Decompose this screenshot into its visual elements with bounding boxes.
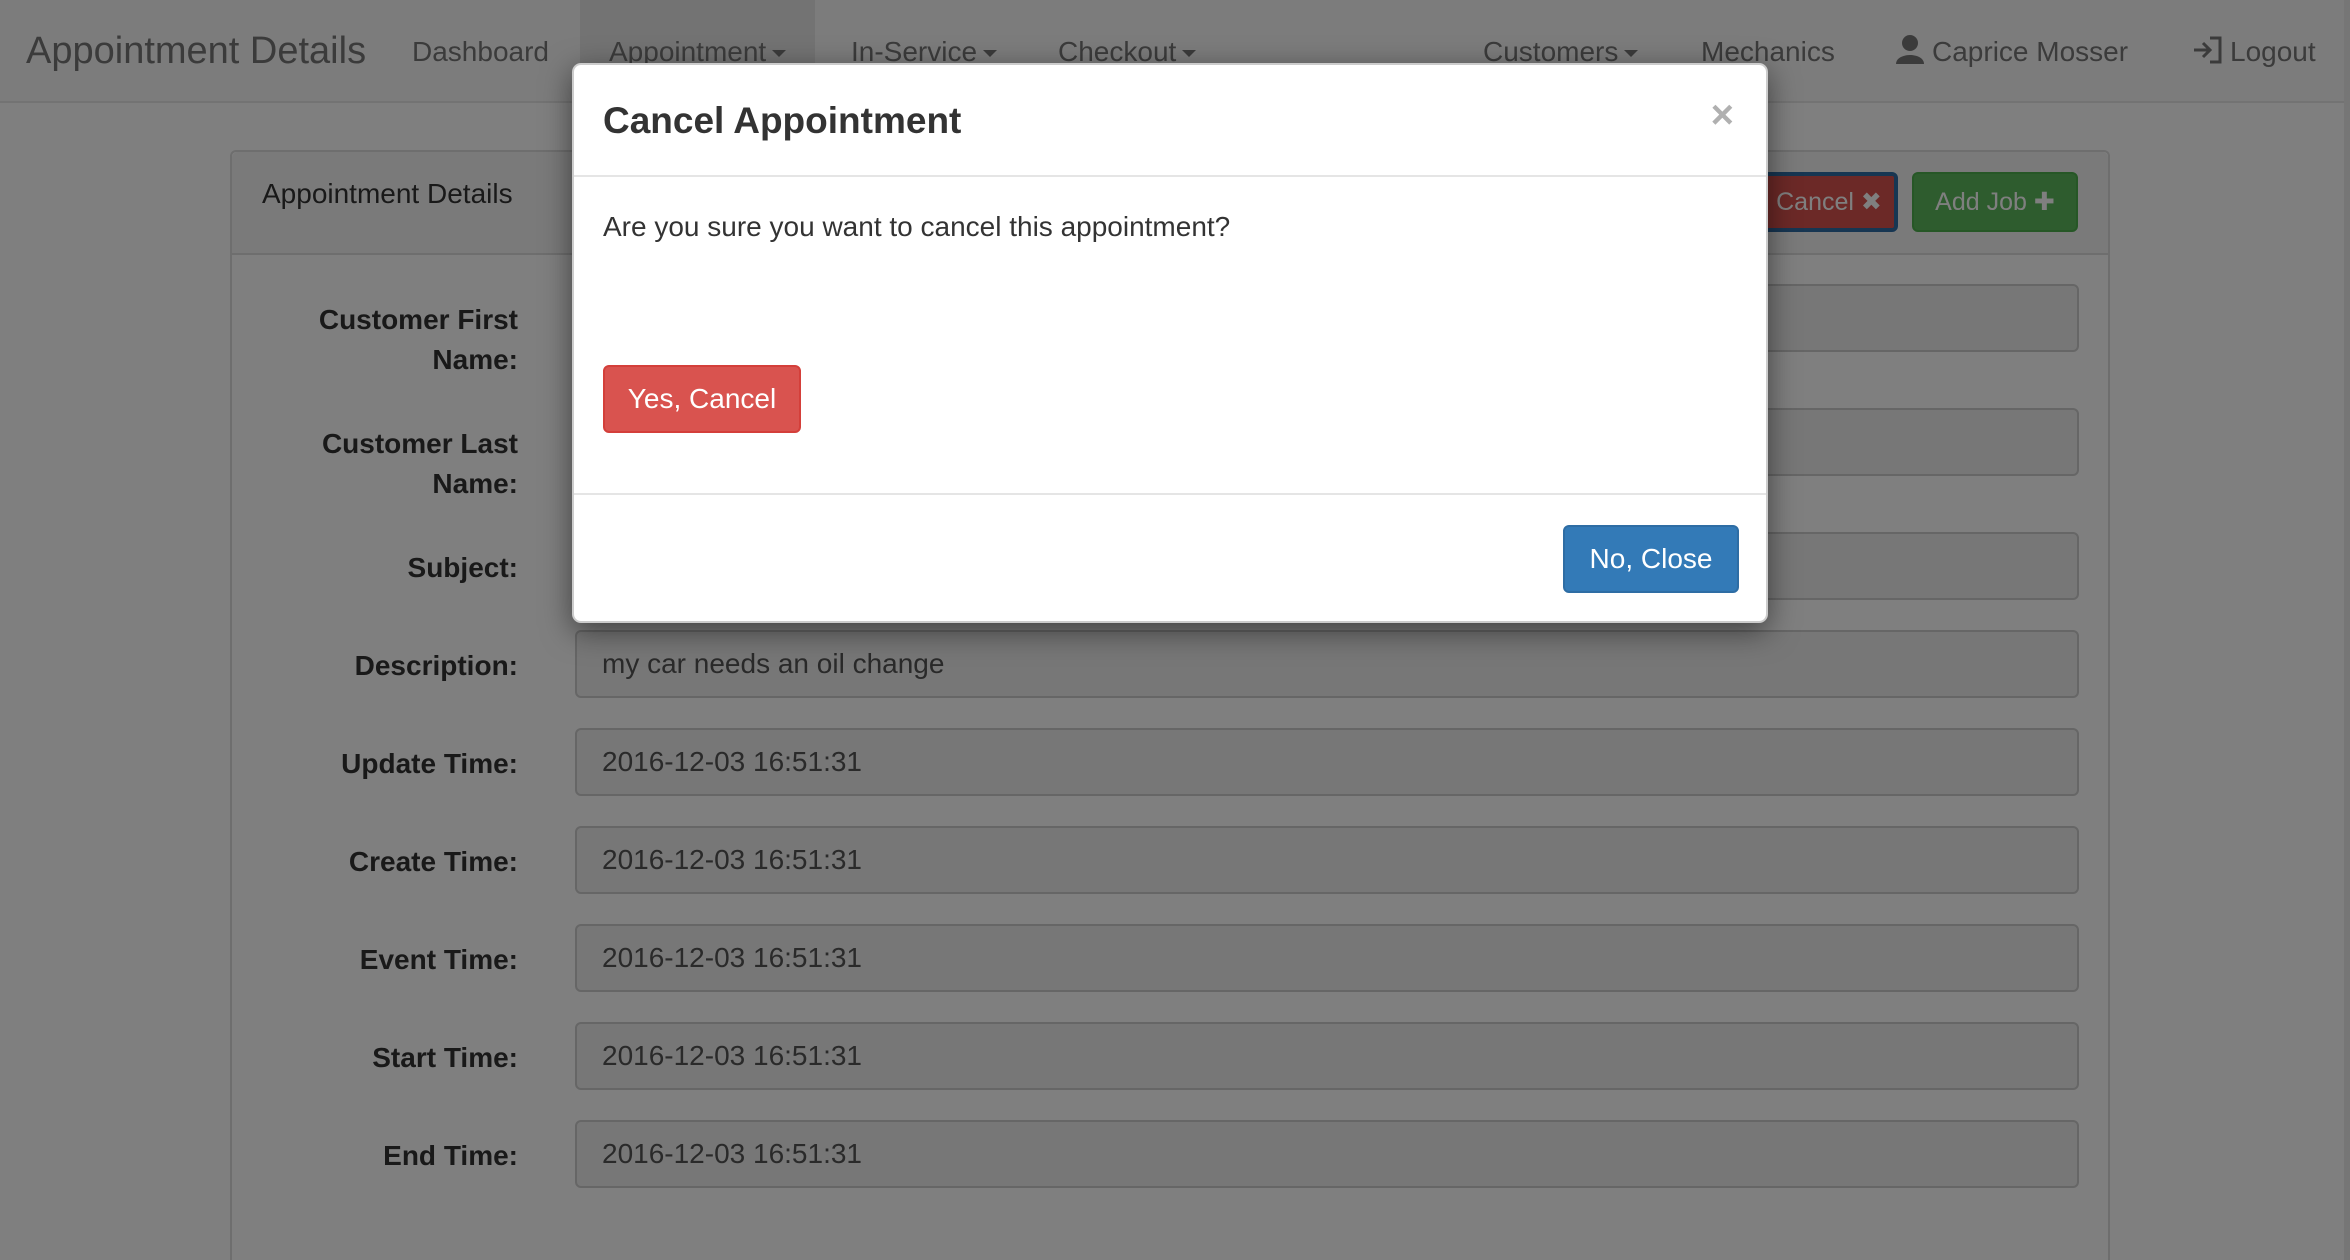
modal-title: Cancel Appointment [603, 100, 962, 141]
page: Appointment Details Dashboard Appointmen… [0, 0, 2350, 1260]
close-icon[interactable]: × [1711, 95, 1734, 135]
modal-header: Cancel Appointment × [574, 65, 1766, 177]
modal-message: Are you sure you want to cancel this app… [603, 211, 1231, 242]
yes-cancel-button[interactable]: Yes, Cancel [603, 365, 801, 433]
modal-footer-divider [574, 493, 1766, 495]
no-close-button[interactable]: No, Close [1563, 525, 1739, 593]
cancel-appointment-modal: Cancel Appointment × Are you sure you wa… [572, 63, 1768, 623]
